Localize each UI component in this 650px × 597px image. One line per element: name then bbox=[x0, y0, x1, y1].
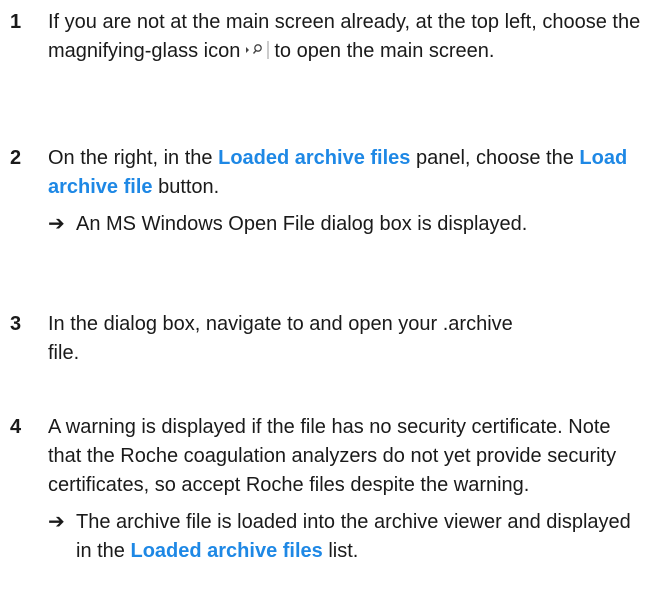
instruction-page: 1 If you are not at the main screen alre… bbox=[0, 0, 650, 597]
step-number: 3 bbox=[10, 313, 22, 335]
step-number: 1 bbox=[10, 11, 22, 33]
step-1-text-after: to open the main screen. bbox=[274, 40, 495, 62]
loaded-archive-files-list-link: Loaded archive files bbox=[130, 540, 323, 562]
step-2-result: ➔ An MS Windows Open File dialog box is … bbox=[48, 210, 648, 239]
loaded-archive-files-panel-link: Loaded archive files bbox=[218, 147, 411, 169]
step-number: 2 bbox=[10, 147, 22, 169]
step-text: In the dialog box, navigate to and open … bbox=[48, 313, 513, 364]
step-2-instruction: On the right, in the Loaded archive file… bbox=[48, 144, 648, 202]
step-2-text-2: panel, choose the bbox=[410, 147, 580, 169]
step-text: On the right, in the Loaded archive file… bbox=[48, 144, 648, 239]
step-4-instruction: A warning is displayed if the file has n… bbox=[48, 416, 617, 496]
step-2-text-3: button. bbox=[152, 176, 220, 198]
step-text: If you are not at the main screen alread… bbox=[48, 8, 648, 66]
step-2-result-text: An MS Windows Open File dialog box is di… bbox=[76, 213, 528, 235]
result-arrow-icon: ➔ bbox=[48, 213, 65, 235]
result-arrow-icon: ➔ bbox=[48, 511, 65, 533]
magnifying-glass-icon bbox=[244, 40, 270, 60]
step-number: 4 bbox=[10, 416, 22, 438]
step-4-result-text-2: list. bbox=[322, 540, 359, 562]
step-4-result: ➔ The archive file is loaded into the ar… bbox=[48, 508, 648, 566]
step-text: A warning is displayed if the file has n… bbox=[48, 413, 648, 566]
step-2-text-1: On the right, in the bbox=[48, 147, 219, 169]
